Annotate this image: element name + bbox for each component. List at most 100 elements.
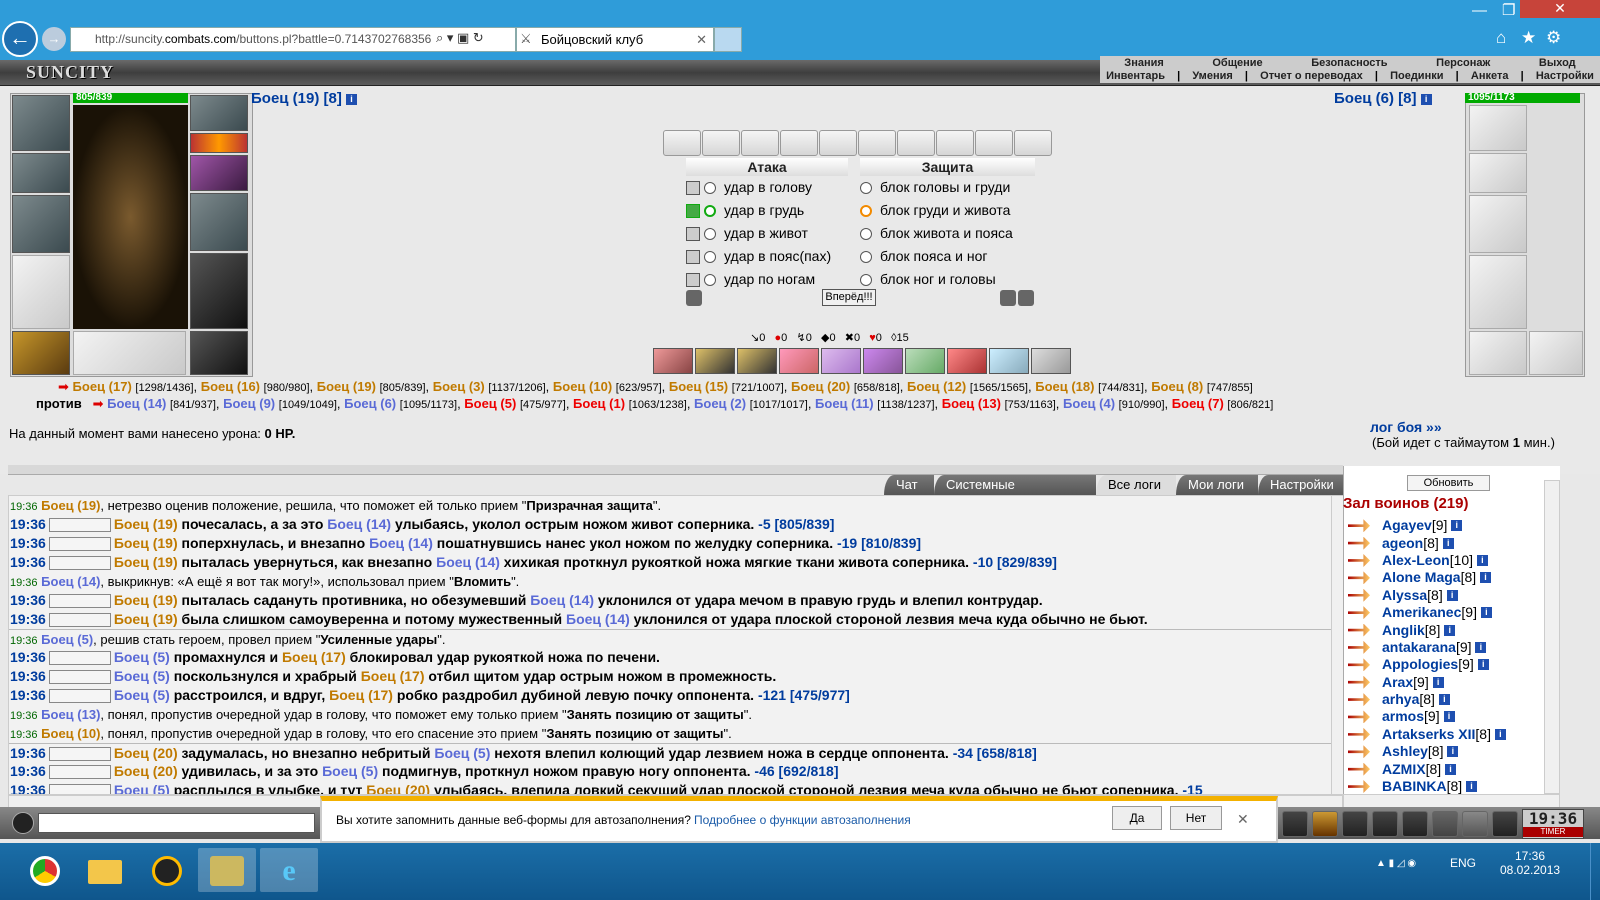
warrior-item[interactable]: Ashley [8] i	[1348, 743, 1546, 760]
scroll-slot[interactable]	[936, 130, 974, 156]
browser-tab[interactable]: Бойцовский клуб ✕	[516, 27, 714, 52]
attack-arrow-icon[interactable]	[1348, 536, 1370, 550]
scroll-slot[interactable]	[819, 130, 857, 156]
fighter-entry[interactable]: Боец (4) [910/990]	[1063, 396, 1165, 411]
info-icon[interactable]: i	[1432, 676, 1444, 688]
restore-icon[interactable]: ❐	[1502, 1, 1515, 19]
tab-settings[interactable]: Настройки	[1258, 475, 1343, 495]
menu-duels[interactable]: Поединки	[1390, 70, 1443, 82]
fighter-entry[interactable]: Боец (14) [841/937]	[107, 396, 216, 411]
player-right-name[interactable]: Боец (6) [8] i	[1334, 90, 1432, 107]
warrior-item[interactable]: Artakserks XII [8] i	[1348, 726, 1546, 743]
gloves-slot[interactable]	[190, 155, 248, 191]
info-icon[interactable]: i	[1480, 572, 1492, 584]
fighter-entry[interactable]: Боец (11) [1138/1237]	[815, 396, 934, 411]
warrior-item[interactable]: BABINKA [8] i	[1348, 778, 1546, 795]
warrior-item[interactable]: antakarana [9] i	[1348, 639, 1546, 656]
info-icon[interactable]: i	[1480, 607, 1492, 619]
menu-knowledge[interactable]: Знания	[1124, 57, 1163, 69]
enemy-bracer-slot[interactable]	[1469, 153, 1527, 193]
attack-arrow-icon[interactable]	[1348, 640, 1370, 654]
attack-arrow-icon[interactable]	[1348, 623, 1370, 637]
attack-arrow-icon[interactable]	[1348, 780, 1370, 794]
forward-button[interactable]: →	[42, 27, 66, 51]
player-left-name[interactable]: Боец (19) [8] i	[251, 90, 358, 107]
toolbar-icon[interactable]	[1312, 811, 1338, 837]
fighter-entry[interactable]: Боец (20) [658/818]	[791, 379, 900, 394]
toolbar-icon[interactable]	[1462, 811, 1488, 837]
enemy-potion-slot[interactable]	[1529, 331, 1583, 375]
warrior-item[interactable]: ageon [8] i	[1348, 534, 1546, 551]
fighter-entry[interactable]: Боец (19) [805/839]	[317, 379, 426, 394]
weapon-slot[interactable]	[12, 195, 70, 253]
menu-character[interactable]: Персонаж	[1436, 57, 1490, 69]
warrior-item[interactable]: Anglik [8] i	[1348, 621, 1546, 638]
block-head-chest[interactable]: блок головы и груди	[860, 176, 1035, 199]
attack-arrow-icon[interactable]	[1348, 571, 1370, 585]
skill-button[interactable]	[779, 348, 819, 374]
menu-security[interactable]: Безопасность	[1311, 57, 1387, 69]
skill-button[interactable]	[737, 348, 777, 374]
rings-slot[interactable]	[190, 133, 248, 153]
fighter-entry[interactable]: Боец (16) [980/980]	[201, 379, 310, 394]
attack-arrow-icon[interactable]	[1348, 658, 1370, 672]
attack-head[interactable]: удар в голову	[686, 176, 848, 199]
tab-my-logs[interactable]: Мои логи	[1176, 475, 1258, 495]
info-icon[interactable]: i	[1443, 711, 1455, 723]
scroll-slot[interactable]	[663, 130, 701, 156]
info-icon[interactable]: i	[1442, 537, 1454, 549]
menu-profile[interactable]: Анкета	[1471, 70, 1509, 82]
info-icon[interactable]: i	[1446, 589, 1458, 601]
scroll-slot[interactable]	[1014, 130, 1052, 156]
settings-gear-icon[interactable]: ⚙	[1546, 28, 1561, 48]
info-icon[interactable]: i	[1420, 93, 1432, 105]
tray-icons[interactable]: ▲ ▮ ◿ ◉	[1376, 858, 1416, 869]
attack-arrow-icon[interactable]	[1348, 710, 1370, 724]
scroll-slot[interactable]	[858, 130, 896, 156]
skill-button[interactable]	[821, 348, 861, 374]
fighter-entry[interactable]: Боец (10) [623/957]	[553, 379, 662, 394]
favorites-icon[interactable]: ★	[1521, 28, 1536, 48]
info-icon[interactable]: i	[346, 93, 358, 105]
game-client-icon[interactable]	[138, 848, 196, 892]
warrior-item[interactable]: Arax [9] i	[1348, 674, 1546, 691]
warrior-item[interactable]: Amerikanec [9] i	[1348, 604, 1546, 621]
enemy-armor-slot[interactable]	[1469, 255, 1527, 329]
info-icon[interactable]: i	[1447, 746, 1459, 758]
amulet-slot[interactable]	[190, 95, 248, 131]
info-icon[interactable]: i	[1477, 659, 1489, 671]
back-button[interactable]: ←	[2, 21, 38, 57]
toolbar-icon[interactable]	[1342, 811, 1368, 837]
attack-arrow-icon[interactable]	[1348, 553, 1370, 567]
shield-icon[interactable]	[686, 290, 702, 306]
attack-arrow-icon[interactable]	[1348, 588, 1370, 602]
info-icon[interactable]: i	[1444, 624, 1456, 636]
character-avatar[interactable]	[73, 105, 188, 329]
warrior-item[interactable]: AZMIX [8] i	[1348, 760, 1546, 777]
refresh-button[interactable]: Обновить	[1407, 475, 1490, 491]
potion-slots[interactable]	[73, 331, 186, 375]
enemy-weapon-slot[interactable]	[1469, 195, 1527, 253]
autofill-yes-button[interactable]: Да	[1112, 806, 1162, 830]
fighter-entry[interactable]: Боец (13) [753/1163]	[942, 396, 1056, 411]
toolbar-icon[interactable]	[1432, 811, 1458, 837]
fighter-entry[interactable]: Боец (9) [1049/1049]	[223, 396, 337, 411]
tab-all-logs[interactable]: Все логи	[1096, 475, 1176, 495]
attack-arrow-icon[interactable]	[1348, 693, 1370, 707]
warrior-item[interactable]: Alone Maga [8] i	[1348, 569, 1546, 586]
close-icon[interactable]: ✕	[1237, 811, 1249, 828]
fighter-entry[interactable]: Боец (6) [1095/1173]	[344, 396, 457, 411]
menu-transfers[interactable]: Отчет о переводах	[1260, 70, 1363, 82]
toolbar-icon[interactable]	[1282, 811, 1308, 837]
skill-button[interactable]	[905, 348, 945, 374]
info-icon[interactable]: i	[1475, 641, 1487, 653]
tab-system[interactable]: Системные сообщения	[934, 475, 1096, 512]
attack-groin[interactable]: удар в пояс(пах)	[686, 245, 848, 268]
skill-button[interactable]	[947, 348, 987, 374]
tab-chat[interactable]: Чат	[884, 475, 934, 495]
toolbar-icon[interactable]	[1402, 811, 1428, 837]
minimize-icon[interactable]: —	[1472, 2, 1487, 19]
legs-slot[interactable]	[190, 253, 248, 329]
autofill-learn-more-link[interactable]: Подробнее о функции автозаполнения	[694, 813, 911, 827]
scroll-slot[interactable]	[897, 130, 935, 156]
